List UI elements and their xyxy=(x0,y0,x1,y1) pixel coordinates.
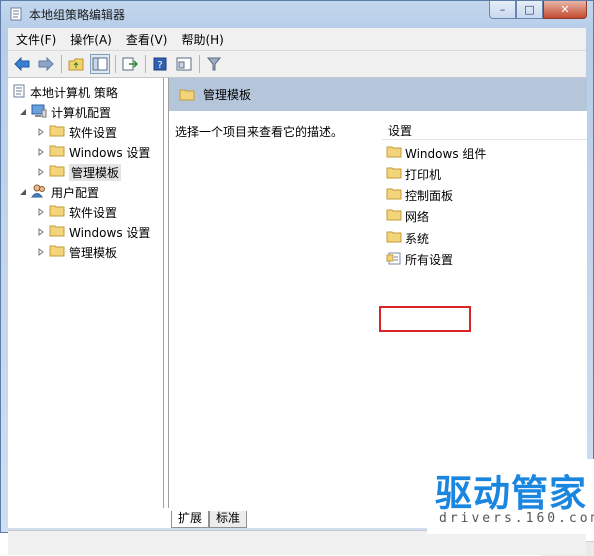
tree-item-label: Windows 设置 xyxy=(69,225,151,240)
details-pane: 管理模板 选择一个项目来查看它的描述。 设置 Windows 组件 打印机 控制… xyxy=(168,78,594,556)
folder-icon xyxy=(49,244,65,260)
tree-root-label: 本地计算机 策略 xyxy=(30,85,118,100)
help-icon[interactable]: ? xyxy=(150,54,170,74)
description-text: 选择一个项目来查看它的描述。 xyxy=(175,125,344,139)
list-item-control-panel[interactable]: 控制面板 xyxy=(386,185,453,205)
list-item-printers[interactable]: 打印机 xyxy=(386,164,441,184)
tree-item-user-config[interactable]: 用户配置 xyxy=(18,183,99,201)
maximize-button[interactable]: □ xyxy=(516,1,543,19)
list-item-network[interactable]: 网络 xyxy=(386,206,429,226)
show-hide-tree-icon[interactable] xyxy=(90,54,110,74)
properties-icon[interactable] xyxy=(174,54,194,74)
tab-standard[interactable]: 标准 xyxy=(209,511,248,528)
tree-item-label: 软件设置 xyxy=(69,125,118,140)
svg-text:?: ? xyxy=(157,60,162,71)
folder-icon xyxy=(386,166,402,182)
folder-icon xyxy=(386,145,402,161)
forward-arrow-icon[interactable] xyxy=(36,54,56,74)
menu-action[interactable]: 操作(A) xyxy=(64,31,118,48)
details-header-title: 管理模板 xyxy=(203,88,252,102)
list-item-label: 所有设置 xyxy=(405,252,454,267)
users-icon xyxy=(31,184,47,201)
policy-document-icon xyxy=(12,84,26,101)
list-item-windows-components[interactable]: Windows 组件 xyxy=(386,143,486,163)
tree-item-label: Windows 设置 xyxy=(69,145,151,160)
list-item-label: 系统 xyxy=(405,231,430,246)
view-tabs: 扩展 标准 xyxy=(171,511,248,529)
folder-icon xyxy=(49,144,65,160)
up-folder-icon[interactable] xyxy=(66,54,86,74)
folder-icon xyxy=(49,124,65,140)
folder-icon xyxy=(386,230,402,246)
tree-item-label: 管理模板 xyxy=(69,163,122,181)
window-title: 本地组策略编辑器 xyxy=(29,8,126,22)
list-item-system[interactable]: 系统 xyxy=(386,228,429,248)
column-header-settings[interactable]: 设置 xyxy=(382,119,587,140)
app-window: 本地组策略编辑器 – □ ✕ 文件(F) 操作(A) 查看(V) 帮助(H) ?… xyxy=(0,0,594,556)
watermark-brand: 驱动管家 xyxy=(435,472,587,515)
tree-item-admin-templates-selected[interactable]: 管理模板 xyxy=(36,163,122,181)
collapsed-arrow-icon[interactable] xyxy=(36,207,46,217)
tree-root[interactable]: 本地计算机 策略 xyxy=(12,83,118,101)
folder-icon xyxy=(49,164,65,180)
expand-arrow-icon[interactable] xyxy=(18,107,28,117)
tree-item-label: 计算机配置 xyxy=(51,105,112,120)
toolbar-separator xyxy=(61,55,62,73)
minimize-button[interactable]: – xyxy=(489,1,516,19)
menu-file[interactable]: 文件(F) xyxy=(10,31,62,48)
tree-item-user-windows-settings[interactable]: Windows 设置 xyxy=(36,223,150,241)
close-button[interactable]: ✕ xyxy=(543,1,587,19)
watermark-logo: 驱动管家 drivers.160.com xyxy=(427,459,594,534)
tab-extended[interactable]: 扩展 xyxy=(171,511,210,528)
policy-editor-icon xyxy=(9,7,23,21)
tree-item-user-software-settings[interactable]: 软件设置 xyxy=(36,203,117,221)
back-arrow-icon[interactable] xyxy=(12,54,32,74)
tree-item-label: 软件设置 xyxy=(69,205,118,220)
watermark-url: drivers.160.com xyxy=(439,511,594,526)
collapsed-arrow-icon[interactable] xyxy=(36,127,46,137)
column-header-label: 设置 xyxy=(388,124,413,138)
tree-item-windows-settings[interactable]: Windows 设置 xyxy=(36,143,150,161)
collapsed-arrow-icon[interactable] xyxy=(36,247,46,257)
filter-icon[interactable] xyxy=(204,54,224,74)
title-bar[interactable]: 本地组策略编辑器 – □ ✕ xyxy=(1,1,593,27)
folder-icon xyxy=(49,224,65,240)
folder-icon xyxy=(179,88,195,101)
export-list-icon[interactable] xyxy=(120,54,140,74)
caption-buttons: – □ ✕ xyxy=(489,1,587,21)
collapsed-arrow-icon[interactable] xyxy=(36,167,46,177)
tree-item-software-settings[interactable]: 软件设置 xyxy=(36,123,117,141)
tree-item-user-admin-templates[interactable]: 管理模板 xyxy=(36,243,117,261)
all-settings-icon xyxy=(386,251,402,268)
computer-icon xyxy=(31,104,47,121)
toolbar: ? xyxy=(8,51,586,78)
list-item-label: 打印机 xyxy=(405,167,442,182)
folder-icon xyxy=(386,208,402,224)
highlight-box-system xyxy=(379,306,471,332)
menu-bar: 文件(F) 操作(A) 查看(V) 帮助(H) xyxy=(8,28,586,51)
folder-icon xyxy=(386,187,402,203)
collapsed-arrow-icon[interactable] xyxy=(36,147,46,157)
list-item-label: 控制面板 xyxy=(405,188,454,203)
toolbar-separator xyxy=(199,55,200,73)
tree-item-label: 管理模板 xyxy=(69,245,118,260)
toolbar-separator xyxy=(145,55,146,73)
list-item-all-settings[interactable]: 所有设置 xyxy=(386,249,453,269)
menu-view[interactable]: 查看(V) xyxy=(120,31,174,48)
list-item-label: 网络 xyxy=(405,209,430,224)
expand-arrow-icon[interactable] xyxy=(18,187,28,197)
settings-list: 设置 Windows 组件 打印机 控制面板 网络 系统 所有设置 xyxy=(382,111,587,471)
tree-item-label: 用户配置 xyxy=(51,185,100,200)
client-area: 文件(F) 操作(A) 查看(V) 帮助(H) ? 本地计算机 策略 计算机配置… xyxy=(8,28,594,556)
toolbar-separator xyxy=(115,55,116,73)
folder-icon xyxy=(49,204,65,220)
navigation-tree: 本地计算机 策略 计算机配置 软件设置 Windows 设置 管理模板 用户配置… xyxy=(8,78,164,508)
list-item-label: Windows 组件 xyxy=(405,146,487,161)
details-header: 管理模板 xyxy=(169,78,587,111)
tree-item-computer-config[interactable]: 计算机配置 xyxy=(18,103,111,121)
menu-help[interactable]: 帮助(H) xyxy=(175,31,229,48)
collapsed-arrow-icon[interactable] xyxy=(36,227,46,237)
